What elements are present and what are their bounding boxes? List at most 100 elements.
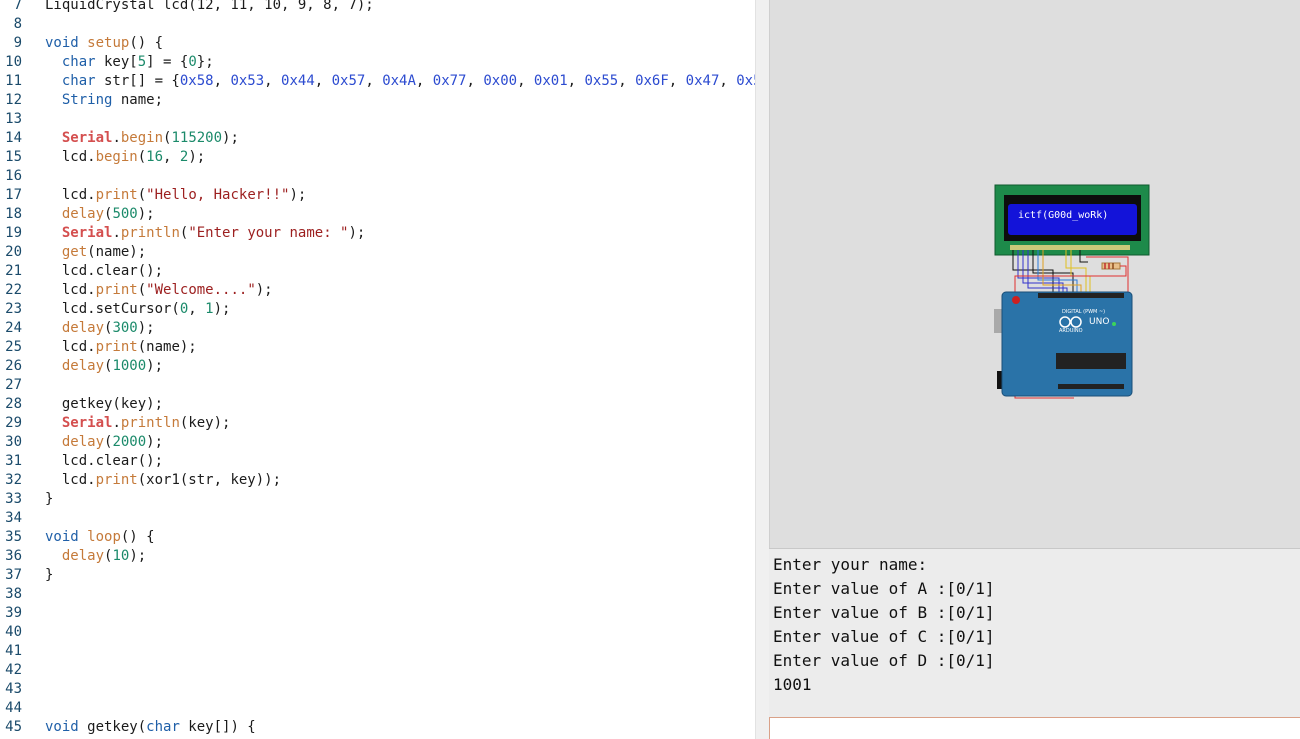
code-token: setup <box>87 35 130 51</box>
line-number: 27 <box>5 377 22 393</box>
code-line[interactable]: 8 <box>0 15 755 34</box>
code-token: }; <box>196 54 214 70</box>
code-line[interactable]: 9 void setup() { <box>0 34 755 53</box>
line-number: 9 <box>13 35 22 51</box>
code-token: 0x47 <box>685 73 720 89</box>
code-line[interactable]: 36 delay(10); <box>0 547 755 566</box>
arduino-board[interactable]: DIGITAL (PWM ~) UNO ARDUINO <box>994 291 1133 397</box>
analog-header <box>1058 384 1124 389</box>
code-text: getkey(key); <box>45 395 163 414</box>
code-token: begin <box>95 149 138 165</box>
code-line[interactable]: 41 <box>0 642 755 661</box>
code-line[interactable]: 10 char key[5] = {0}; <box>0 53 755 72</box>
code-token: , <box>365 73 383 89</box>
code-line[interactable]: 33} <box>0 490 755 509</box>
resistor <box>1101 262 1121 270</box>
code-token: delay <box>61 548 105 564</box>
code-token: char <box>61 54 96 70</box>
code-line[interactable]: 22 lcd.print("Welcome...."); <box>0 281 755 300</box>
line-number: 10 <box>5 54 22 70</box>
code-line[interactable]: 26 delay(1000); <box>0 357 755 376</box>
reset-button[interactable] <box>1012 296 1020 304</box>
code-token: 0x77 <box>432 73 467 89</box>
line-number: 19 <box>5 225 22 241</box>
code-editor[interactable]: 7 LiquidCrystal lcd(12, 11, 10, 9, 8, 7);… <box>0 0 755 739</box>
code-line[interactable]: 27 <box>0 376 755 395</box>
line-number: 39 <box>5 605 22 621</box>
code-token: 0x44 <box>281 73 315 89</box>
code-token: } <box>45 567 54 583</box>
code-token: lcd. <box>45 149 96 165</box>
editor-scrollbar[interactable] <box>755 0 769 739</box>
code-line[interactable]: 42 <box>0 661 755 680</box>
code-token: 1000 <box>112 358 147 374</box>
code-line[interactable]: 31 lcd.clear(); <box>0 452 755 471</box>
code-line[interactable]: 13 <box>0 110 755 129</box>
code-token: ); <box>348 225 366 241</box>
code-line[interactable]: 28 getkey(key); <box>0 395 755 414</box>
code-line[interactable]: 23 lcd.setCursor(0, 1); <box>0 300 755 319</box>
code-token: delay <box>61 206 105 222</box>
code-token: 2000 <box>112 434 147 450</box>
code-line[interactable]: 18 delay(500); <box>0 205 755 224</box>
code-token: lcd.setCursor( <box>45 301 180 317</box>
code-token: (name); <box>137 339 197 355</box>
code-token: 115200 <box>171 130 223 146</box>
code-line[interactable]: 39 <box>0 604 755 623</box>
code-token: "Welcome...." <box>146 282 256 298</box>
code-token: (name); <box>87 244 147 260</box>
code-token: lcd. <box>45 339 96 355</box>
code-line[interactable]: 44 <box>0 699 755 718</box>
line-number: 11 <box>5 73 22 89</box>
code-token: println <box>120 225 180 241</box>
code-token: str[] = { <box>95 73 180 89</box>
code-token: } <box>45 491 54 507</box>
line-number: 32 <box>5 472 22 488</box>
code-line[interactable]: 29 Serial.println(key); <box>0 414 755 433</box>
code-token: void <box>45 35 79 51</box>
code-token: ); <box>137 206 155 222</box>
code-line[interactable]: 37} <box>0 566 755 585</box>
code-line[interactable]: 15 lcd.begin(16, 2); <box>0 148 755 167</box>
code-line[interactable]: 19 Serial.println("Enter your name: "); <box>0 224 755 243</box>
code-line[interactable]: 12 String name; <box>0 91 755 110</box>
code-line[interactable]: 21 lcd.clear(); <box>0 262 755 281</box>
code-text: char key[5] = {0}; <box>45 53 214 72</box>
code-line[interactable]: 32 lcd.print(xor1(str, key)); <box>0 471 755 490</box>
code-line[interactable]: 35 void loop() { <box>0 528 755 547</box>
code-line[interactable]: 16 <box>0 167 755 186</box>
code-line[interactable]: 38 <box>0 585 755 604</box>
code-token: key[ <box>95 54 138 70</box>
board-brand-label: ARDUINO <box>1059 328 1083 334</box>
code-line[interactable]: 30 delay(2000); <box>0 433 755 452</box>
simulation-canvas[interactable]: ictf(G00d_woRk) DIGITAL (PWM ~) UNO ARDU… <box>769 0 1300 548</box>
code-line[interactable]: 17 lcd.print("Hello, Hacker!!"); <box>0 186 755 205</box>
code-text: lcd.clear(); <box>45 452 163 471</box>
lcd-module[interactable]: ictf(G00d_woRk) <box>994 184 1150 256</box>
code-token: , <box>466 73 484 89</box>
serial-input-field[interactable] <box>769 717 1300 739</box>
code-line[interactable]: 40 <box>0 623 755 642</box>
code-text: Serial.println("Enter your name: "); <box>45 224 365 243</box>
code-line[interactable]: 11 char str[] = {0x58, 0x53, 0x44, 0x57,… <box>0 72 755 91</box>
code-line[interactable]: 7 LiquidCrystal lcd(12, 11, 10, 9, 8, 7); <box>0 0 755 15</box>
code-line[interactable]: 14 Serial.begin(115200); <box>0 129 755 148</box>
code-text: void getkey(char key[]) { <box>45 718 256 737</box>
digital-label: DIGITAL (PWM ~) <box>1062 309 1105 315</box>
code-line[interactable]: 34 <box>0 509 755 528</box>
line-number: 44 <box>5 700 22 716</box>
code-line[interactable]: 45 void getkey(char key[]) { <box>0 718 755 737</box>
code-token: ); <box>255 282 273 298</box>
code-line[interactable]: 25 lcd.print(name); <box>0 338 755 357</box>
code-token: name; <box>112 92 164 108</box>
code-line[interactable]: 24 delay(300); <box>0 319 755 338</box>
code-token: LiquidCrystal lcd(12, 11, 10, 9, 8, 7); <box>45 0 374 13</box>
code-line[interactable]: 20 get(name); <box>0 243 755 262</box>
code-text: void setup() { <box>45 34 163 53</box>
code-token: Serial <box>61 130 113 146</box>
code-token: delay <box>61 320 105 336</box>
code-line[interactable]: 43 <box>0 680 755 699</box>
